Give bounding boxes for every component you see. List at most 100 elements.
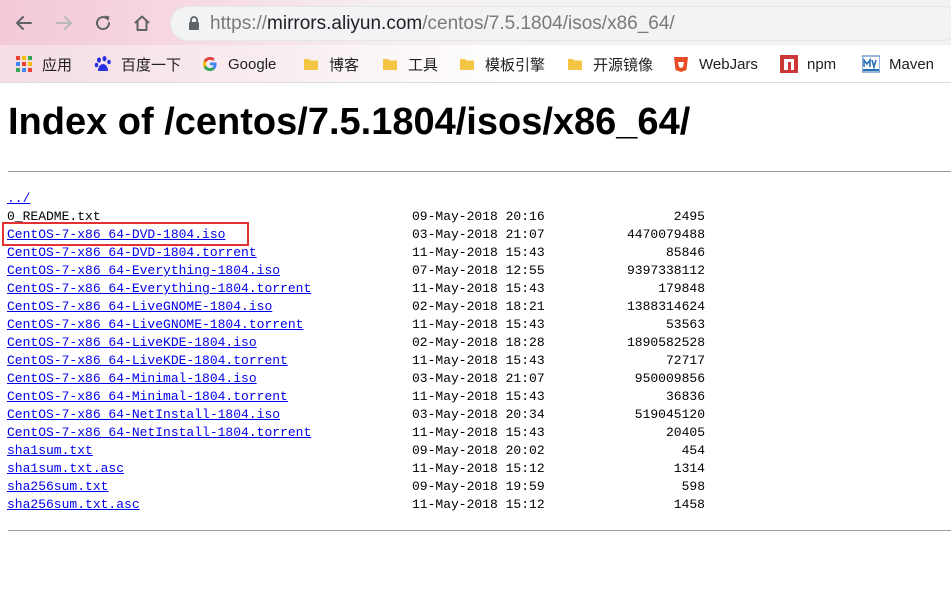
file-row: CentOS-7-x86_64-Minimal-1804.iso 03-May-2…: [7, 370, 727, 388]
file-size: 598: [681, 479, 705, 494]
file-size: 85846: [665, 245, 705, 260]
file-date: 03-May-2018 21:07: [412, 227, 545, 242]
bookmark-apps[interactable]: 应用: [15, 53, 72, 75]
file-row: CentOS-7-x86_64-LiveGNOME-1804.torrent 11…: [7, 316, 727, 334]
back-arrow-icon: [16, 16, 32, 30]
bookmark-folder-open-source-mirror[interactable]: 开源镜像: [566, 53, 653, 75]
file-date: 03-May-2018 21:07: [412, 371, 545, 386]
file-link[interactable]: CentOS-7-x86_64-NetInstall-1804.iso: [7, 406, 280, 424]
bookmark-npm[interactable]: npm: [780, 53, 836, 75]
file-size: 1314: [673, 461, 705, 476]
file-link[interactable]: CentOS-7-x86_64-Everything-1804.torrent: [7, 280, 311, 298]
file-date: 02-May-2018 18:28: [412, 335, 545, 350]
browser-toolbar: https://mirrors.aliyun.com/centos/7.5.18…: [0, 0, 951, 45]
file-link[interactable]: CentOS-7-x86_64-LiveGNOME-1804.iso: [7, 298, 272, 316]
bookmark-baidu[interactable]: 百度一下: [94, 53, 181, 75]
reload-icon: [96, 15, 111, 31]
file-date: 11-May-2018 15:43: [412, 353, 545, 368]
bookmark-label: 模板引擎: [485, 56, 546, 74]
folder-icon: [566, 55, 584, 73]
file-size: 20405: [665, 425, 705, 440]
bookmark-label: Google: [228, 55, 277, 73]
file-date: 09-May-2018 20:02: [412, 443, 545, 458]
file-size: 950009856: [634, 371, 705, 386]
divider-top: [8, 171, 951, 172]
webjars-icon: [672, 55, 690, 73]
file-size: 454: [681, 443, 705, 458]
file-name: 0_README.txt: [7, 209, 101, 224]
bookmark-folder-blog[interactable]: 博客: [302, 53, 359, 75]
forward-arrow-icon: [56, 16, 72, 30]
file-size: 1890582528: [626, 335, 705, 350]
bookmark-label: 工具: [408, 56, 439, 74]
file-date: 11-May-2018 15:43: [412, 317, 545, 332]
bookmark-maven[interactable]: Maven: [862, 53, 934, 75]
file-link[interactable]: sha256sum.txt.asc: [7, 496, 140, 514]
file-date: 11-May-2018 15:43: [412, 281, 545, 296]
folder-icon: [381, 55, 399, 73]
bookmark-webjars[interactable]: WebJars: [672, 53, 758, 75]
bookmark-google[interactable]: Google: [201, 53, 276, 75]
url-path: /centos/7.5.1804/isos/x86_64/: [422, 13, 675, 34]
npm-icon: [780, 55, 798, 73]
lock-icon: [189, 16, 199, 30]
file-row: CentOS-7-x86_64-DVD-1804.iso 03-May-2018 …: [7, 226, 727, 244]
file-date: 11-May-2018 15:12: [412, 497, 545, 512]
file-link[interactable]: CentOS-7-x86_64-DVD-1804.torrent: [7, 244, 257, 262]
bookmark-folder-template-engine[interactable]: 模板引擎: [458, 53, 545, 75]
file-size: 9397338112: [626, 263, 705, 278]
file-row: 0_README.txt 09-May-2018 20:16 2495: [7, 208, 727, 226]
file-size: 72717: [665, 353, 705, 368]
maven-icon: [862, 55, 880, 73]
home-button[interactable]: [128, 9, 156, 37]
parent-directory-link[interactable]: ../: [7, 190, 30, 208]
file-link[interactable]: sha1sum.txt: [7, 442, 93, 460]
file-date: 09-May-2018 20:16: [412, 209, 545, 224]
file-row: CentOS-7-x86_64-Minimal-1804.torrent 11-M…: [7, 388, 727, 406]
file-row: CentOS-7-x86_64-Everything-1804.torrent 1…: [7, 280, 727, 298]
bookmark-folder-tools[interactable]: 工具: [381, 53, 438, 75]
file-row: sha1sum.txt 09-May-2018 20:02 454: [7, 442, 727, 460]
page-title: Index of /centos/7.5.1804/isos/x86_64/: [8, 101, 691, 143]
file-size: 1388314624: [626, 299, 705, 314]
file-link[interactable]: CentOS-7-x86_64-Everything-1804.iso: [7, 262, 280, 280]
url-scheme: https://: [210, 13, 268, 34]
file-rows: 0_README.txt 09-May-2018 20:16 2495 CentOS-…: [7, 208, 727, 514]
file-size: 2495: [673, 209, 705, 224]
bookmark-label: 应用: [42, 56, 73, 74]
file-size: 519045120: [634, 407, 705, 422]
url-text[interactable]: https://mirrors.aliyun.com/centos/7.5.18…: [210, 12, 675, 36]
file-date: 02-May-2018 18:21: [412, 299, 545, 314]
back-button[interactable]: [10, 9, 38, 37]
reload-button[interactable]: [89, 9, 117, 37]
file-link[interactable]: CentOS-7-x86_64-Minimal-1804.torrent: [7, 388, 288, 406]
file-link[interactable]: CentOS-7-x86_64-DVD-1804.iso: [7, 226, 225, 244]
file-date: 11-May-2018 15:43: [412, 389, 545, 404]
parent-directory-row: ../: [7, 190, 727, 208]
file-link[interactable]: CentOS-7-x86_64-LiveKDE-1804.torrent: [7, 352, 288, 370]
bookmarks-bar: 应用 百度一下 Google 博客 工具 模板引擎 开源镜像 WebJars n…: [0, 45, 951, 83]
file-link[interactable]: CentOS-7-x86_64-Minimal-1804.iso: [7, 370, 257, 388]
file-link[interactable]: CentOS-7-x86_64-LiveKDE-1804.iso: [7, 334, 257, 352]
file-listing: ../ 0_README.txt 09-May-2018 20:16 2495 Cen…: [7, 190, 727, 514]
file-size: 4470079488: [626, 227, 705, 242]
file-link[interactable]: sha1sum.txt.asc: [7, 460, 124, 478]
file-size: 179848: [658, 281, 705, 296]
forward-button[interactable]: [50, 9, 78, 37]
file-row: CentOS-7-x86_64-NetInstall-1804.iso 03-Ma…: [7, 406, 727, 424]
file-link[interactable]: sha256sum.txt: [7, 478, 108, 496]
address-bar[interactable]: https://mirrors.aliyun.com/centos/7.5.18…: [170, 6, 951, 41]
bookmark-label: 博客: [329, 56, 360, 74]
file-row: CentOS-7-x86_64-LiveKDE-1804.torrent 11-M…: [7, 352, 727, 370]
file-link[interactable]: CentOS-7-x86_64-NetInstall-1804.torrent: [7, 424, 311, 442]
file-date: 11-May-2018 15:43: [412, 245, 545, 260]
google-g-icon: [201, 55, 219, 73]
file-row: CentOS-7-x86_64-DVD-1804.torrent 11-May-2…: [7, 244, 727, 262]
file-date: 11-May-2018 15:43: [412, 425, 545, 440]
bookmark-label: 百度一下: [121, 56, 182, 74]
bookmark-label: npm: [807, 55, 837, 73]
file-link[interactable]: CentOS-7-x86_64-LiveGNOME-1804.torrent: [7, 316, 303, 334]
url-host: mirrors.aliyun.com: [267, 13, 423, 34]
file-row: CentOS-7-x86_64-Everything-1804.iso 07-Ma…: [7, 262, 727, 280]
file-row: sha256sum.txt 09-May-2018 19:59 598: [7, 478, 727, 496]
